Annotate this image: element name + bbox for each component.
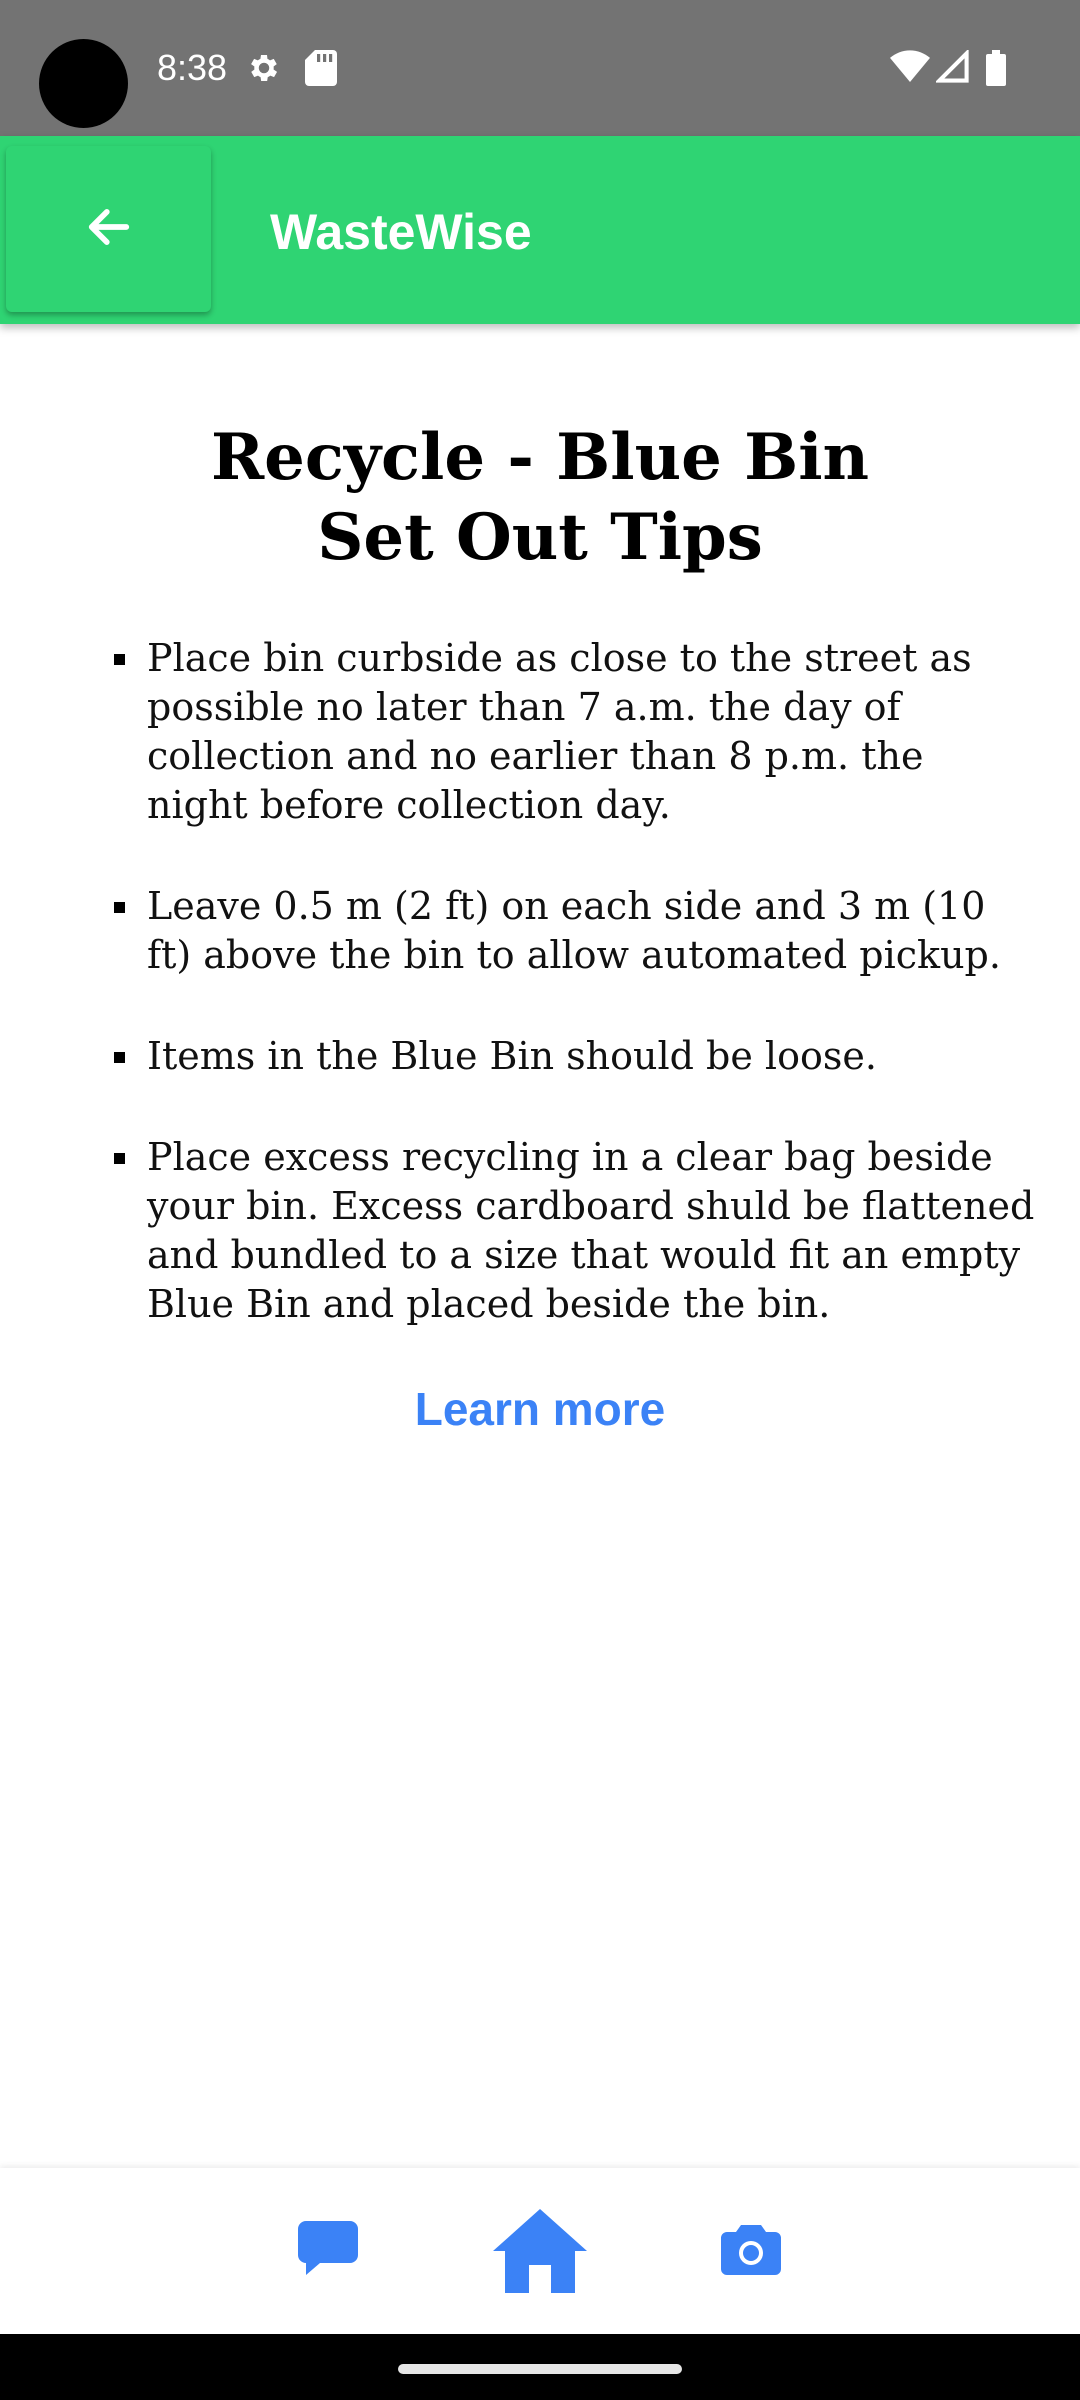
status-time: 8:38 [157,47,228,88]
bottom-nav [0,2168,1080,2334]
gesture-handle[interactable] [398,2364,682,2374]
wifi-icon [890,50,930,89]
page-title-line-2: Set Out Tips [317,500,763,575]
tip-text: Place bin curbside as close to the stree… [147,636,972,827]
chat-icon [298,2220,358,2282]
app-title: WasteWise [270,204,532,260]
tip-text: Items in the Blue Bin should be loose. [147,1034,877,1078]
list-item: Leave 0.5 m (2 ft) on each side and 3 m … [0,882,1080,980]
tip-text: Leave 0.5 m (2 ft) on each side and 3 m … [147,884,1001,977]
back-button[interactable] [6,146,211,312]
home-icon [493,2208,587,2298]
list-item: Place bin curbside as close to the stree… [0,634,1080,830]
system-nav-bar [0,2334,1080,2400]
learn-more-link[interactable]: Learn more [0,1381,1080,1437]
chat-button[interactable] [288,2218,368,2284]
sd-card-icon [305,50,337,91]
camera-icon [721,2224,781,2280]
list-item: Place excess recycling in a clear bag be… [0,1133,1080,1329]
arrow-left-icon [83,201,135,258]
page-title: Recycle - Blue Bin Set Out Tips [0,418,1080,578]
signal-icon [934,48,970,89]
bullet-icon [114,654,125,665]
bullet-icon [114,1052,125,1063]
camera-cutout [39,39,128,128]
bullet-icon [114,902,125,913]
battery-icon [986,50,1006,91]
app-bar: WasteWise [0,136,1080,324]
home-button[interactable] [488,2208,592,2298]
bullet-icon [114,1153,125,1164]
camera-button[interactable] [716,2222,786,2282]
tip-text: Place excess recycling in a clear bag be… [147,1135,1035,1326]
list-item: Items in the Blue Bin should be loose. [0,1032,1080,1081]
gear-icon [246,50,282,91]
main-content: Recycle - Blue Bin Set Out Tips Place bi… [0,324,1080,1437]
tips-list: Place bin curbside as close to the stree… [0,634,1080,1329]
page-title-line-1: Recycle - Blue Bin [210,420,870,495]
status-bar: 8:38 [0,0,1080,136]
